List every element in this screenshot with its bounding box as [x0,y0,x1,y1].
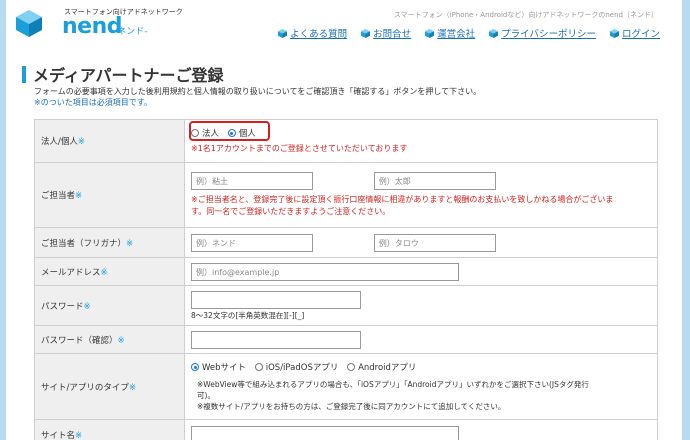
site-type-android-label: Androidアプリ [358,363,417,373]
nav-login-label: ログイン [621,29,660,40]
intro-text: フォームの必要事項を入力した後利用規約と個人情報の取り扱いについてをご確認頂き「… [34,86,481,108]
logo-kana: -ネンド- [114,27,148,37]
site-name-field[interactable] [191,425,459,440]
required-mark: ※ [75,430,83,440]
cube-icon [489,28,499,38]
nav-faq-label: よくある質問 [290,29,348,40]
contact-name-input-cell: 例）粘土 例）太郎 ※ご担当者名と、登録完了後に設定頂く振行口座情報に相違があり… [184,162,658,228]
required-mark: ※ [117,335,125,346]
radio-button[interactable] [254,363,263,371]
site-type-web-label: Webサイト [202,363,247,373]
radio-button-selected[interactable] [191,363,199,371]
registration-page: スマートフォン向けアドネットワーク nend -ネンド- スマートフォン（iPh… [6,0,682,440]
email-label: メールアドレス [41,267,101,278]
header-nav: よくある質問 お問合せ 運営会社 プライバシーポリシー ログイン [278,26,660,40]
individual-highlight-box [189,121,270,141]
entity-label-cell: 法人/個人※ [34,119,185,163]
required-mark: ※ [126,238,134,249]
contact-name-label-cell: ご担当者※ [34,162,185,228]
row-entity: 法人/個人※ 法人 個人 ※1名1アカウントまでのご登録とさせていただいておりま… [34,119,658,163]
contact-kana-input-cell: 例）ネンド 例）タロウ [184,227,658,258]
title-accent-bar [22,65,26,83]
cube-icon [278,28,288,38]
nav-privacy-label: プライバシーポリシー [501,29,596,40]
nend-logo-icon[interactable] [14,8,44,38]
site-type-label-cell: サイト/アプリのタイプ※ [34,353,185,420]
required-mark: ※ [83,301,91,312]
password-label-cell: パスワード※ [34,285,185,326]
required-mark: ※ [128,382,136,393]
row-site-name: サイト名※ [34,419,658,440]
contact-first-name-input[interactable]: 例）太郎 [373,172,496,190]
site-type-label: サイト/アプリのタイプ [41,382,129,393]
nav-contact-label: お問合せ [373,29,412,40]
entity-warning: ※1名1アカウントまでのご登録とさせていただいております [191,144,408,153]
registration-form: 法人/個人※ 法人 個人 ※1名1アカウントまでのご登録とさせていただいておりま… [34,119,658,440]
site-type-input-cell: Webサイト iOS/iPadOSアプリ Androidアプリ ※WebView… [184,353,658,420]
contact-name-warning-2: す。同一名でご登録いただきますようご注意ください。 [191,207,391,216]
password-field[interactable] [191,290,361,309]
entity-label: 法人/個人 [41,137,78,147]
password-confirm-label-cell: パスワード（確認）※ [34,325,185,354]
site-type-ios-label: iOS/iPadOSアプリ [265,363,339,373]
page-title-row: メディアパートナーご登録 [22,62,224,86]
row-site-type: サイト/アプリのタイプ※ Webサイト iOS/iPadOSアプリ Androi… [34,353,658,420]
row-email: メールアドレス※ 例）info@example.jp [34,257,658,286]
required-mark: ※ [77,137,85,147]
required-mark: ※ [100,267,108,278]
nav-faq-link[interactable]: よくある質問 [278,26,347,40]
site-type-radio-ios[interactable]: iOS/iPadOSアプリ [254,361,339,373]
nav-company-link[interactable]: 運営会社 [425,26,475,40]
logo-wordmark[interactable]: nend [62,15,123,39]
site-name-label-cell: サイト名※ [34,419,185,440]
email-input-cell: 例）info@example.jp [184,257,658,286]
page-title: メディアパートナーご登録 [33,66,224,85]
nav-privacy-link[interactable]: プライバシーポリシー [489,26,596,40]
contact-last-name-input[interactable]: 例）粘土 [191,172,313,190]
contact-kana-label-cell: ご担当者（フリガナ）※ [34,227,185,258]
password-confirm-label: パスワード（確認） [41,335,118,346]
site-name-input-cell [184,419,658,440]
row-password: パスワード※ 8～32文字の[半角英数混在][-][_] [34,285,658,326]
row-contact-kana: ご担当者（フリガナ）※ 例）ネンド 例）タロウ [34,227,658,258]
cube-icon [425,28,435,38]
email-label-cell: メールアドレス※ [34,257,185,286]
nav-login-link[interactable]: ログイン [609,26,660,40]
cube-icon [609,28,619,38]
cube-icon [361,28,371,38]
row-password-confirm: パスワード（確認）※ [34,325,658,354]
nav-contact-link[interactable]: お問合せ [361,26,411,40]
contact-kana-label: ご担当者（フリガナ） [41,238,127,249]
password-label: パスワード [41,301,84,312]
email-field[interactable]: 例）info@example.jp [191,262,459,281]
required-mark: ※ [75,191,83,201]
site-description: スマートフォン（iPhone・Androidなど）向けアドネットワークのnend… [393,11,658,19]
contact-name-warning-1: ※ご担当者名と、登録完了後に設定頂く振行口座情報に相違がありますと報酬のお支払い… [191,195,614,204]
radio-button[interactable] [347,363,356,371]
contact-last-kana-input[interactable]: 例）ネンド [191,233,313,252]
required-note: ※のついた項目は必須項目です。 [34,98,152,107]
contact-name-label: ご担当者 [41,191,76,201]
site-type-note-1: ※WebView等で組み込まれるアプリの場合も、「iOSアプリ」「Android… [197,380,589,389]
password-hint: 8～32文字の[半角英数混在][-][_] [191,310,305,320]
intro-instructions: フォームの必要事項を入力した後利用規約と個人情報の取り扱いについてをご確認頂き「… [34,87,482,96]
site-type-note-3: ※複数サイト/アプリをお持ちの方は、ご登録完了後に同アカウントにて追加してくださ… [197,402,506,411]
site-type-note-2: 可)。 [197,391,215,400]
site-name-label: サイト名 [41,430,76,440]
password-input-cell: 8～32文字の[半角英数混在][-][_] [184,285,658,326]
contact-first-kana-input[interactable]: 例）タロウ [373,233,496,252]
row-contact-name: ご担当者※ 例）粘土 例）太郎 ※ご担当者名と、登録完了後に設定頂く振行口座情報… [34,162,658,228]
password-confirm-input-cell [184,325,658,354]
site-type-radio-web[interactable]: Webサイト [191,361,246,373]
password-confirm-field[interactable] [191,330,361,349]
site-header: スマートフォン向けアドネットワーク nend -ネンド- スマートフォン（iPh… [6,0,682,52]
nav-company-label: 運営会社 [437,29,476,40]
site-type-radio-android[interactable]: Androidアプリ [347,361,416,373]
